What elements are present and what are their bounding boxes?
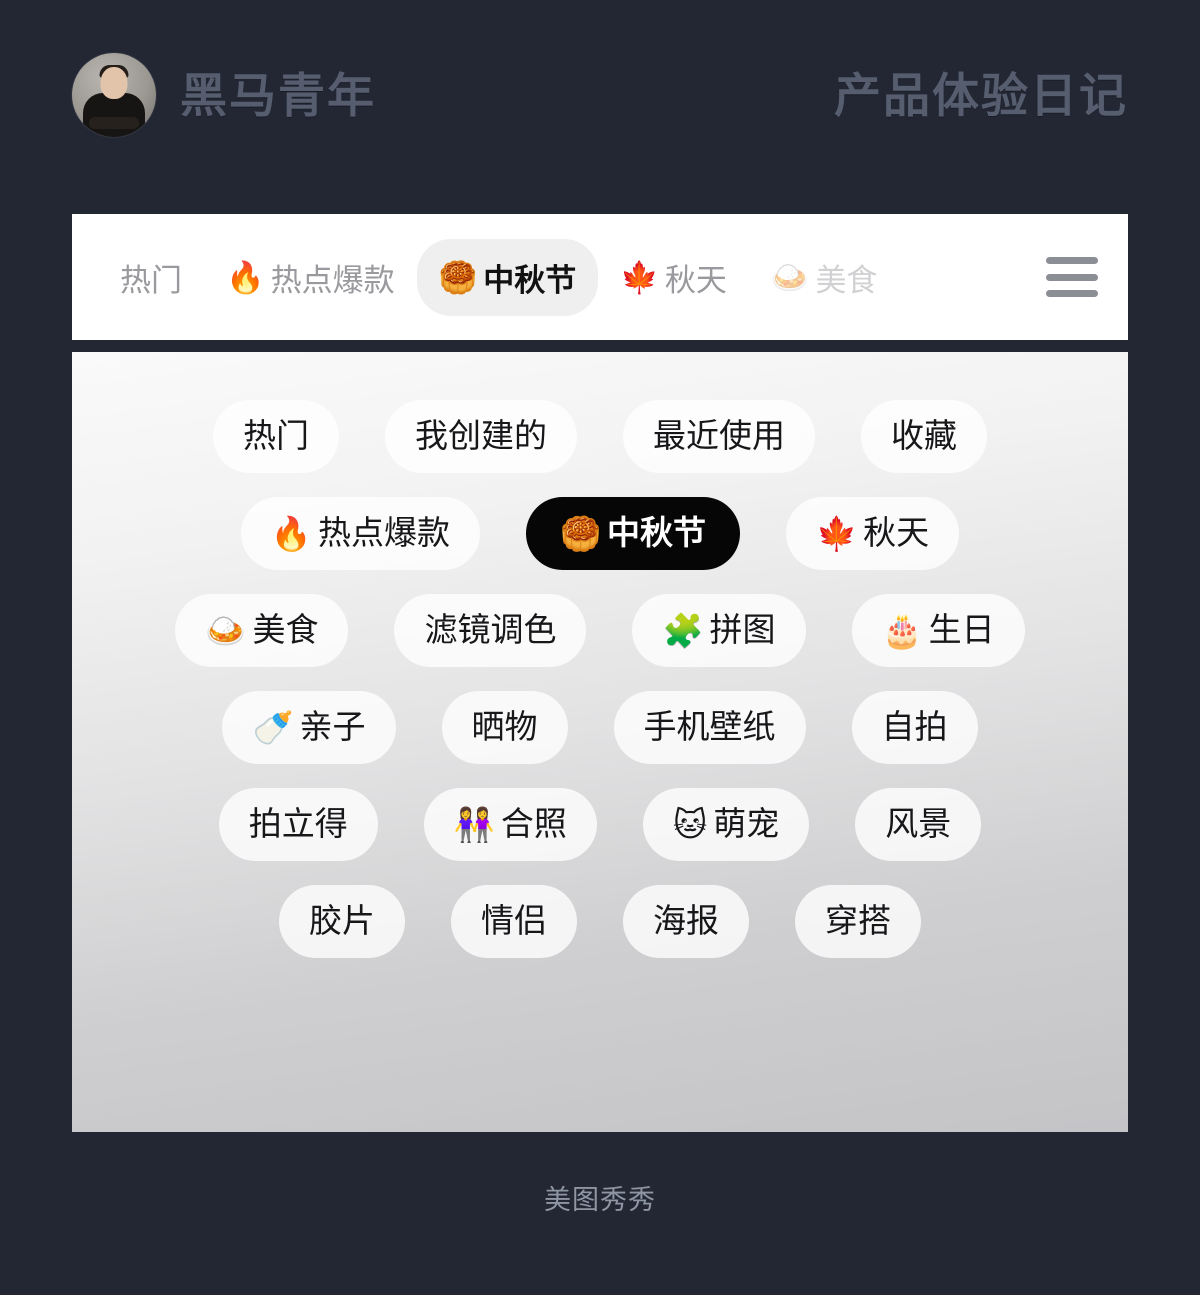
chip-row: 热门 我创建的 最近使用 收藏 bbox=[72, 400, 1128, 473]
category-chip-胶片[interactable]: 胶片 bbox=[279, 884, 405, 958]
category-chip-自拍[interactable]: 自拍 bbox=[851, 690, 978, 764]
chip-emoji-icon: 🎂 bbox=[881, 611, 923, 649]
category-chip-手机壁纸[interactable]: 手机壁纸 bbox=[613, 690, 806, 764]
chip-label: 合照 bbox=[500, 804, 567, 842]
category-chip-收藏[interactable]: 收藏 bbox=[861, 400, 987, 473]
category-chip-亲子[interactable]: 🍼 亲子 bbox=[222, 690, 396, 764]
chip-label: 穿搭 bbox=[825, 901, 891, 939]
tab-label: 热门 bbox=[120, 262, 182, 298]
chip-label: 收藏 bbox=[891, 417, 957, 454]
category-chip-情侣[interactable]: 情侣 bbox=[451, 884, 577, 958]
category-chip-海报[interactable]: 海报 bbox=[623, 884, 749, 958]
hamburger-bar-1 bbox=[1046, 257, 1098, 264]
category-chip-热门[interactable]: 热门 bbox=[213, 400, 339, 473]
tab-中秋节[interactable]: 🥮 中秋节 bbox=[416, 238, 599, 316]
tab-热门[interactable]: 热门 bbox=[98, 239, 204, 316]
chip-row: 胶片 情侣 海报 穿搭 bbox=[72, 884, 1128, 958]
chip-label: 手机壁纸 bbox=[643, 707, 776, 745]
chip-emoji-icon: 🐱 bbox=[672, 805, 708, 843]
category-chip-最近使用[interactable]: 最近使用 bbox=[623, 400, 815, 473]
footer-caption: 美图秀秀 bbox=[544, 1185, 656, 1215]
tab-秋天[interactable]: 🍁 秋天 bbox=[598, 239, 749, 316]
chip-label: 亲子 bbox=[299, 707, 366, 745]
category-chip-拍立得[interactable]: 拍立得 bbox=[218, 787, 378, 861]
avatar-arms-shape bbox=[89, 117, 139, 129]
chip-row: 拍立得 👭 合照 🐱 萌宠 风景 bbox=[72, 787, 1128, 861]
avatar-body-shape bbox=[83, 93, 145, 137]
chip-label: 秋天 bbox=[863, 513, 930, 551]
category-chip-拼图[interactable]: 🧩 拼图 bbox=[632, 593, 806, 667]
category-chip-滤镜调色[interactable]: 滤镜调色 bbox=[394, 593, 587, 667]
tab-label: 美食 bbox=[815, 262, 878, 298]
chip-emoji-icon: 🥮 bbox=[559, 514, 602, 552]
chip-label: 拼图 bbox=[709, 610, 776, 648]
tab-bar: 热门 🔥 热点爆款 🥮 中秋节 🍁 秋天 🍛 美食 bbox=[72, 214, 1128, 340]
chip-emoji-icon: 🍛 bbox=[205, 611, 247, 649]
chip-emoji-icon: 👭 bbox=[453, 805, 495, 843]
category-chip-风景[interactable]: 风景 bbox=[855, 787, 982, 861]
brand: 黑马青年 bbox=[72, 53, 376, 137]
chip-label: 我创建的 bbox=[415, 417, 547, 454]
hamburger-menu-icon[interactable] bbox=[1046, 257, 1098, 297]
category-chip-美食[interactable]: 🍛 美食 bbox=[175, 593, 349, 667]
chip-label: 萌宠 bbox=[713, 804, 780, 842]
chip-label: 拍立得 bbox=[248, 804, 348, 842]
tab-emoji-icon: 🍁 bbox=[620, 259, 659, 295]
chip-emoji-icon: 🔥 bbox=[270, 514, 312, 552]
chip-label: 晒物 bbox=[471, 707, 538, 745]
page-title: 产品体验日记 bbox=[834, 68, 1128, 122]
chip-label: 胶片 bbox=[309, 901, 375, 939]
chip-label: 风景 bbox=[885, 804, 952, 842]
chip-label: 海报 bbox=[653, 901, 719, 939]
category-chip-穿搭[interactable]: 穿搭 bbox=[795, 884, 921, 958]
category-chip-萌宠[interactable]: 🐱 萌宠 bbox=[642, 787, 810, 861]
chip-label: 热点爆款 bbox=[317, 513, 450, 551]
tab-emoji-icon: 🥮 bbox=[438, 259, 478, 295]
chip-label: 情侣 bbox=[481, 901, 547, 939]
chip-row: 🍼 亲子 晒物 手机壁纸 自拍 bbox=[72, 690, 1128, 764]
brand-name: 黑马青年 bbox=[180, 68, 376, 122]
category-chip-热点爆款[interactable]: 🔥 热点爆款 bbox=[240, 496, 480, 570]
category-chip-晒物[interactable]: 晒物 bbox=[441, 690, 568, 764]
chip-label: 热门 bbox=[243, 417, 309, 454]
tab-美食[interactable]: 🍛 美食 bbox=[749, 239, 900, 316]
tab-emoji-icon: 🍛 bbox=[770, 259, 810, 295]
page-header: 黑马青年 产品体验日记 bbox=[0, 0, 1200, 190]
tab-label: 热点爆款 bbox=[270, 262, 395, 298]
chip-emoji-icon: 🧩 bbox=[662, 611, 704, 649]
chip-row: 🔥 热点爆款 🥮 中秋节 🍁 秋天 bbox=[72, 496, 1128, 570]
category-chip-我创建的[interactable]: 我创建的 bbox=[385, 400, 577, 473]
tab-emoji-icon: 🔥 bbox=[226, 259, 265, 295]
chip-row: 🍛 美食 滤镜调色 🧩 拼图 🎂 生日 bbox=[72, 593, 1128, 667]
hamburger-bar-2 bbox=[1046, 273, 1098, 281]
category-chip-秋天[interactable]: 🍁 秋天 bbox=[786, 496, 960, 570]
category-chip-生日[interactable]: 🎂 生日 bbox=[851, 593, 1025, 667]
tab-label: 秋天 bbox=[664, 262, 727, 298]
chip-label: 自拍 bbox=[881, 707, 948, 745]
chip-emoji-icon: 🍼 bbox=[252, 708, 294, 746]
category-chip-合照[interactable]: 👭 合照 bbox=[423, 787, 597, 861]
chip-label: 中秋节 bbox=[607, 513, 707, 551]
category-panel: 热门 我创建的 最近使用 收藏 🔥 热点爆款 🥮 中秋节 🍁 秋天 🍛 美食 滤镜调色 🧩 拼图 🎂 生日 🍼 亲子… bbox=[72, 352, 1128, 1132]
chip-label: 最近使用 bbox=[653, 417, 785, 454]
hamburger-bar-3 bbox=[1046, 290, 1098, 297]
chip-label: 生日 bbox=[928, 610, 995, 648]
chip-label: 美食 bbox=[252, 610, 319, 648]
avatar bbox=[72, 53, 156, 137]
tab-热点爆款[interactable]: 🔥 热点爆款 bbox=[204, 239, 417, 316]
chip-emoji-icon: 🍁 bbox=[816, 514, 858, 552]
tab-label: 中秋节 bbox=[483, 262, 577, 298]
category-chip-中秋节[interactable]: 🥮 中秋节 bbox=[525, 496, 741, 570]
avatar-head-shape bbox=[100, 67, 128, 99]
chip-label: 滤镜调色 bbox=[424, 610, 557, 648]
